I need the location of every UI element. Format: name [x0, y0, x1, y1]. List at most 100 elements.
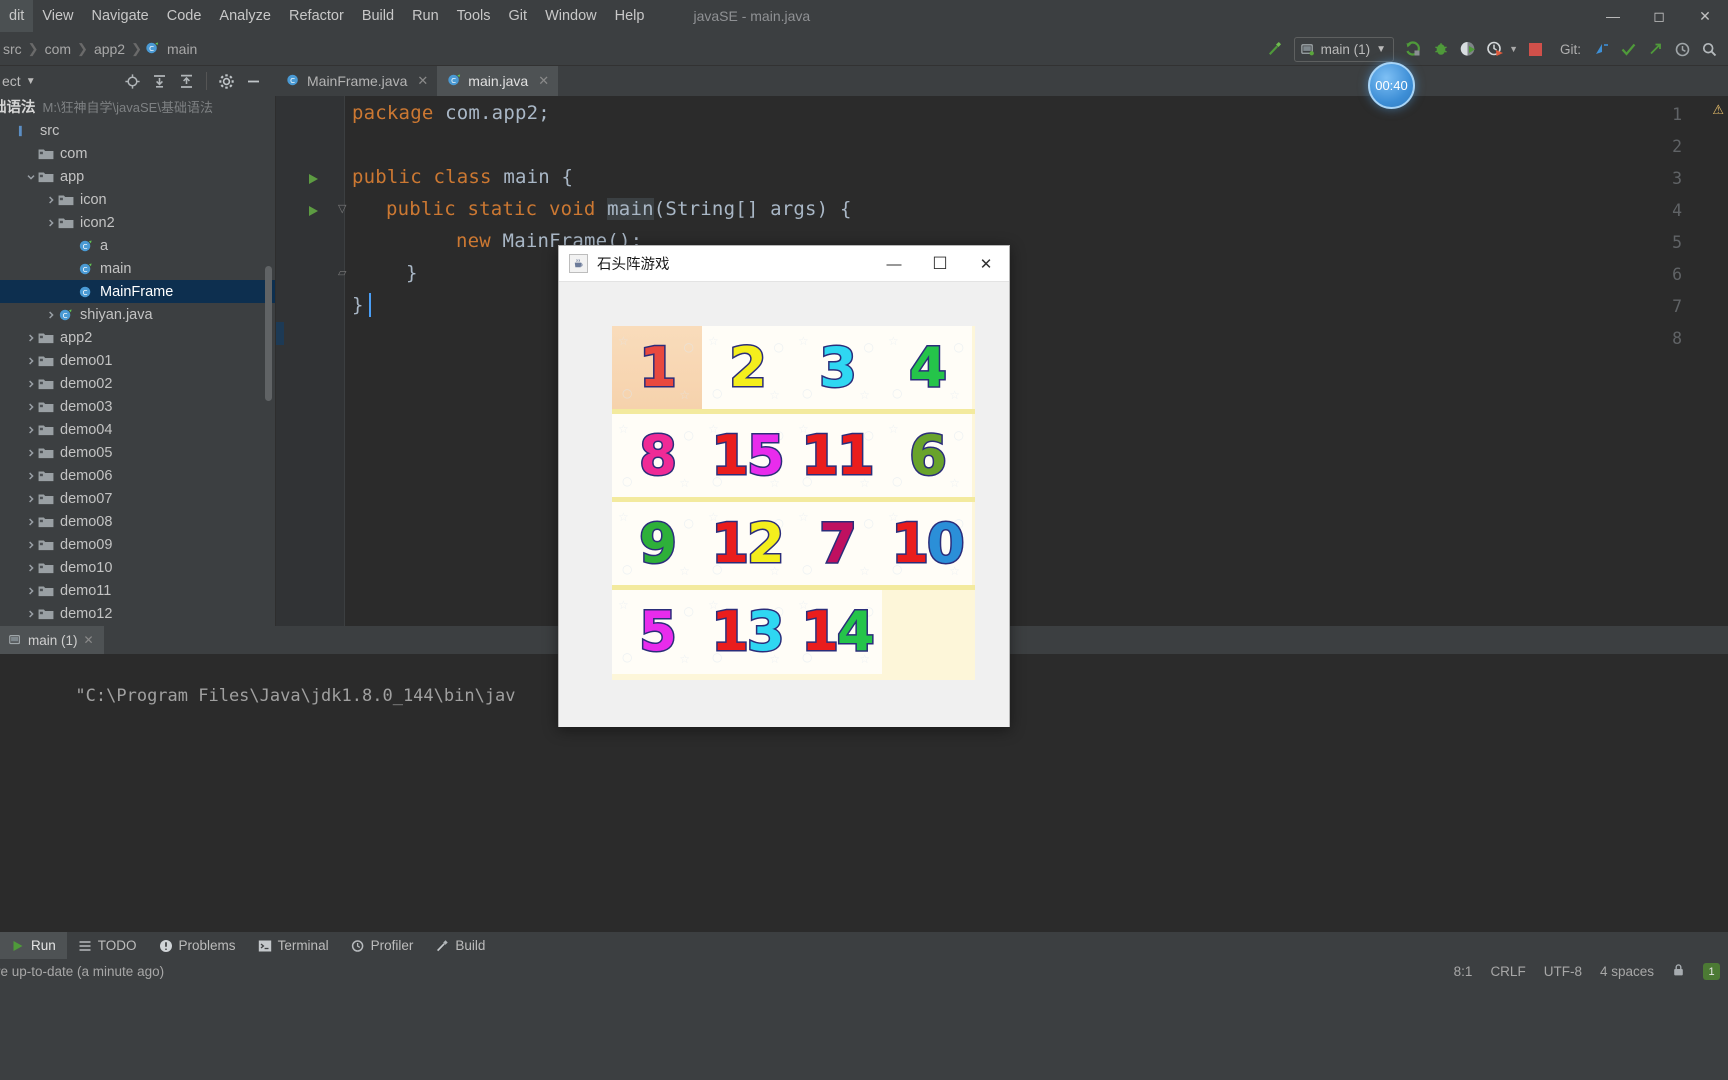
- menu-code[interactable]: Code: [158, 0, 211, 32]
- tree-node-a[interactable]: Ca: [0, 234, 275, 257]
- puzzle-tile-2[interactable]: ☆ ○ ○ ☆ 2: [702, 326, 792, 410]
- tree-node-demo07[interactable]: demo07: [0, 487, 275, 510]
- puzzle-tile-empty[interactable]: [882, 590, 972, 674]
- notification-badge[interactable]: 1: [1703, 963, 1720, 980]
- menu-navigate[interactable]: Navigate: [83, 0, 158, 32]
- puzzle-tile-8[interactable]: ☆ ○ ○ ☆ 8: [612, 414, 702, 498]
- bottom-button-run[interactable]: Run: [0, 932, 67, 959]
- project-root-row[interactable]: 础语法 M:\狂神自学\javaSE\基础语法: [0, 96, 275, 119]
- project-tool-label[interactable]: ect ▼: [0, 66, 44, 96]
- breadcrumb-src[interactable]: src: [0, 41, 25, 57]
- chevron-right-icon[interactable]: [24, 586, 38, 596]
- run-class-gutter-icon[interactable]: [309, 174, 318, 184]
- puzzle-tile-15[interactable]: ☆ ○ ○ ☆ 15: [702, 414, 792, 498]
- menu-git[interactable]: Git: [500, 0, 537, 32]
- tree-node-demo09[interactable]: demo09: [0, 533, 275, 556]
- indent-setting[interactable]: 4 spaces: [1600, 964, 1654, 979]
- chevron-right-icon[interactable]: [24, 471, 38, 481]
- menu-view[interactable]: View: [33, 0, 82, 32]
- chevron-right-icon[interactable]: [24, 540, 38, 550]
- tree-node-icon[interactable]: icon: [0, 188, 275, 211]
- puzzle-tile-7[interactable]: ☆ ○ ○ ☆ 7: [792, 502, 882, 586]
- puzzle-tile-3[interactable]: ☆ ○ ○ ☆ 3: [792, 326, 882, 410]
- tree-node-demo11[interactable]: demo11: [0, 579, 275, 602]
- puzzle-tile-5[interactable]: ☆ ○ ○ ☆ 5: [612, 590, 702, 674]
- window-close-button[interactable]: ✕: [1682, 0, 1728, 32]
- tree-scrollbar[interactable]: [265, 266, 272, 401]
- menu-window[interactable]: Window: [536, 0, 606, 32]
- menu-tools[interactable]: Tools: [448, 0, 500, 32]
- git-history-button[interactable]: [1669, 36, 1695, 62]
- bottom-button-build[interactable]: Build: [424, 932, 496, 959]
- game-window-titlebar[interactable]: 石头阵游戏 — ☐ ✕: [559, 246, 1009, 282]
- tree-node-com[interactable]: com: [0, 142, 275, 165]
- lock-icon[interactable]: [1672, 963, 1685, 980]
- tab-mainframe-java[interactable]: C MainFrame.java ✕: [276, 66, 438, 96]
- run-with-coverage-button[interactable]: [1455, 36, 1481, 62]
- caret-position[interactable]: 8:1: [1454, 964, 1473, 979]
- run-tab-main[interactable]: main (1) ✕: [0, 626, 104, 654]
- chevron-right-icon[interactable]: [24, 448, 38, 458]
- file-encoding[interactable]: UTF-8: [1544, 964, 1582, 979]
- tab-main-java[interactable]: C main.java ✕: [437, 66, 559, 96]
- collapse-all-button[interactable]: [174, 69, 199, 94]
- bottom-button-terminal[interactable]: Terminal: [247, 932, 340, 959]
- settings-button[interactable]: [214, 69, 239, 94]
- timer-bubble[interactable]: 00:40: [1368, 62, 1415, 109]
- tree-node-main[interactable]: Cmain: [0, 257, 275, 280]
- fold-expand-icon[interactable]: ▱: [338, 266, 346, 279]
- puzzle-board[interactable]: ☆ ○ ○ ☆ 1 ☆ ○ ○ ☆ 2 ☆ ○ ○ ☆ 3 ☆ ○ ○ ☆ 4 ☆ ○ ○ ☆ 8 ☆ ○ ○ ☆ 15 ☆ ○ ○ ☆ 11 ☆ ○ ○…: [612, 326, 975, 680]
- tree-node-app2[interactable]: app2: [0, 326, 275, 349]
- search-button[interactable]: [1696, 36, 1722, 62]
- chevron-right-icon[interactable]: [24, 379, 38, 389]
- git-update-button[interactable]: [1588, 36, 1614, 62]
- chevron-right-icon[interactable]: [24, 517, 38, 527]
- chevron-right-icon[interactable]: [44, 195, 58, 205]
- tree-node-demo12[interactable]: demo12: [0, 602, 275, 625]
- chevron-right-icon[interactable]: [44, 310, 58, 320]
- tree-node-demo05[interactable]: demo05: [0, 441, 275, 464]
- chevron-right-icon[interactable]: [24, 494, 38, 504]
- run-tab-close-icon[interactable]: ✕: [84, 633, 94, 647]
- window-maximize-button[interactable]: ◻: [1636, 0, 1682, 32]
- tab-close-icon[interactable]: ✕: [538, 73, 549, 89]
- tree-node-src[interactable]: src: [0, 119, 275, 142]
- puzzle-tile-6[interactable]: ☆ ○ ○ ☆ 6: [882, 414, 972, 498]
- git-commit-button[interactable]: [1615, 36, 1641, 62]
- run-button[interactable]: [1401, 36, 1427, 62]
- run-configuration-selector[interactable]: main (1) ▼: [1293, 36, 1395, 62]
- run-method-gutter-icon[interactable]: [309, 206, 318, 216]
- debug-button[interactable]: [1428, 36, 1454, 62]
- menu-analyze[interactable]: Analyze: [210, 0, 280, 32]
- profile-button[interactable]: [1482, 36, 1508, 62]
- menu-build[interactable]: Build: [353, 0, 403, 32]
- tree-node-demo03[interactable]: demo03: [0, 395, 275, 418]
- warning-triangle-icon[interactable]: ⚠: [1712, 102, 1724, 118]
- game-close-button[interactable]: ✕: [963, 246, 1009, 282]
- chevron-right-icon[interactable]: [24, 563, 38, 573]
- tree-node-app[interactable]: app: [0, 165, 275, 188]
- breadcrumb-main[interactable]: main: [164, 41, 200, 57]
- breadcrumb-com[interactable]: com: [42, 41, 74, 57]
- tree-node-demo10[interactable]: demo10: [0, 556, 275, 579]
- puzzle-tile-11[interactable]: ☆ ○ ○ ☆ 11: [792, 414, 882, 498]
- chevron-right-icon[interactable]: [24, 425, 38, 435]
- tree-node-demo08[interactable]: demo08: [0, 510, 275, 533]
- line-separator[interactable]: CRLF: [1490, 964, 1525, 979]
- game-maximize-button[interactable]: ☐: [917, 246, 963, 282]
- stop-button[interactable]: [1523, 36, 1549, 62]
- puzzle-tile-10[interactable]: ☆ ○ ○ ☆ 10: [882, 502, 972, 586]
- puzzle-tile-1[interactable]: ☆ ○ ○ ☆ 1: [612, 326, 702, 410]
- menu-edit[interactable]: dit: [0, 0, 34, 32]
- hide-panel-button[interactable]: [241, 69, 266, 94]
- profile-dropdown-arrow[interactable]: ▼: [1509, 44, 1518, 54]
- bottom-button-todo[interactable]: TODO: [67, 932, 148, 959]
- bottom-button-problems[interactable]: Problems: [148, 932, 247, 959]
- puzzle-tile-14[interactable]: ☆ ○ ○ ☆ 14: [792, 590, 882, 674]
- puzzle-tile-13[interactable]: ☆ ○ ○ ☆ 13: [702, 590, 792, 674]
- puzzle-tile-12[interactable]: ☆ ○ ○ ☆ 12: [702, 502, 792, 586]
- build-button[interactable]: [1261, 36, 1287, 62]
- git-push-button[interactable]: [1642, 36, 1668, 62]
- chevron-right-icon[interactable]: [44, 218, 58, 228]
- chevron-right-icon[interactable]: [24, 402, 38, 412]
